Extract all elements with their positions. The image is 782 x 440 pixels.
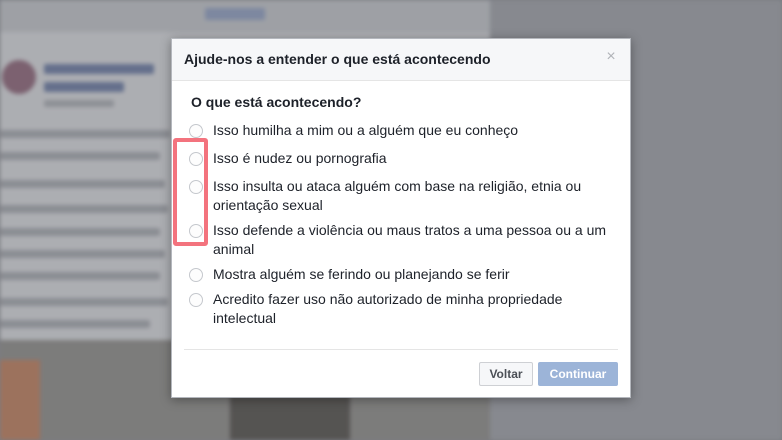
radio-button[interactable] <box>189 268 203 282</box>
option-hate-speech[interactable]: Isso insulta ou ataca alguém com base na… <box>189 177 609 215</box>
continue-button[interactable]: Continuar <box>538 362 618 386</box>
option-self-harm[interactable]: Mostra alguém se ferindo ou planejando s… <box>189 265 609 284</box>
report-dialog: Ajude-nos a entender o que está acontece… <box>171 38 631 398</box>
option-violence[interactable]: Isso defende a violência ou maus tratos … <box>189 221 609 259</box>
back-button[interactable]: Voltar <box>479 362 533 386</box>
dialog-header: Ajude-nos a entender o que está acontece… <box>172 39 630 81</box>
footer-divider <box>184 349 618 350</box>
option-humiliates[interactable]: Isso humilha a mim ou a alguém que eu co… <box>189 121 609 140</box>
report-options: Isso humilha a mim ou a alguém que eu co… <box>189 121 609 334</box>
option-label: Isso humilha a mim ou a alguém que eu co… <box>213 122 519 138</box>
option-label: Isso é nudez ou pornografia <box>213 150 387 166</box>
option-label: Acredito fazer uso não autorizado de min… <box>213 291 563 326</box>
option-label: Mostra alguém se ferindo ou planejando s… <box>213 266 510 282</box>
option-nudity[interactable]: Isso é nudez ou pornografia <box>189 149 609 168</box>
question-heading: O que está acontecendo? <box>191 94 362 110</box>
option-intellectual-property[interactable]: Acredito fazer uso não autorizado de min… <box>189 290 609 328</box>
close-icon[interactable]: × <box>604 49 618 65</box>
option-label: Isso defende a violência ou maus tratos … <box>213 222 607 257</box>
red-highlight-annotation <box>173 138 208 246</box>
option-label: Isso insulta ou ataca alguém com base na… <box>213 178 582 213</box>
radio-button[interactable] <box>189 124 203 138</box>
radio-button[interactable] <box>189 293 203 307</box>
dialog-title: Ajude-nos a entender o que está acontece… <box>184 51 491 67</box>
